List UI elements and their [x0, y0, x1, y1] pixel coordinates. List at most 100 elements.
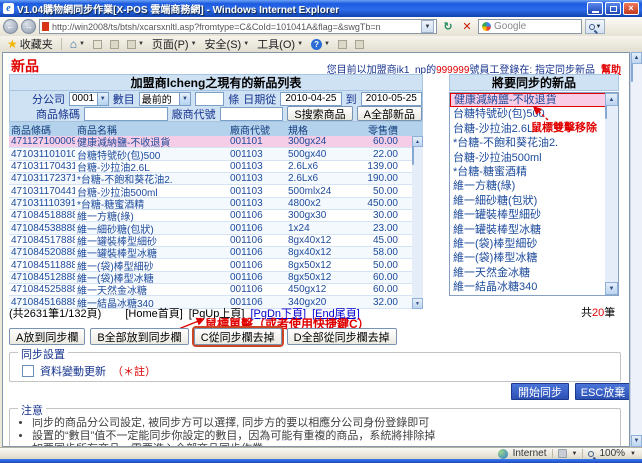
forward-button[interactable]: →	[21, 19, 36, 34]
extra-tool-button[interactable]	[336, 37, 349, 52]
list-item[interactable]: 維一結晶冰糖340	[450, 280, 606, 294]
sync-button-d[interactable]: D全部從同步欄去掉	[286, 328, 397, 345]
close-button[interactable]: ×	[623, 2, 639, 15]
product-table-body: 4711271000090健康減納鹽-不收退貨001101300gx2460.0…	[9, 136, 412, 310]
order-value: 最前的	[141, 95, 172, 106]
address-field[interactable]: http://win2008/ts/btsh/xcarsxnltl.asp?fr…	[39, 19, 437, 34]
notice-bullet: 設置的“數目”值不一定能同步你設定的數目，因為可能有重複的商品，系統將排除掉	[32, 430, 620, 443]
login-of: 的	[426, 65, 437, 76]
scrollbar-thumb[interactable]	[631, 63, 633, 82]
order-select[interactable]: 最前的 ▼	[138, 91, 191, 106]
list-item[interactable]: 維一天然金冰糖	[450, 266, 606, 280]
count-input[interactable]	[194, 91, 225, 106]
minimize-button[interactable]	[587, 2, 603, 15]
chevron-down-icon: ▼	[324, 41, 330, 47]
list-item[interactable]: 維一罐裝棒型細砂	[450, 208, 606, 222]
back-button[interactable]: ←	[3, 19, 18, 34]
notice-bullet: 同步的商品分公司設定, 被同步方可以選擇, 同步方的要以相應分公司身份登錄即可	[32, 417, 620, 430]
list-item[interactable]: *台糖-糖蜜酒精	[450, 165, 606, 179]
help-menu[interactable]: ? ▼	[309, 37, 332, 52]
refresh-button[interactable]: ↻	[440, 19, 456, 34]
print-button[interactable]: ▼	[125, 37, 146, 52]
table-cell: 001103	[230, 197, 263, 209]
scrollbar-thumb[interactable]	[605, 105, 607, 119]
status-zone: Internet	[512, 448, 547, 459]
data-update-checkbox[interactable]	[22, 365, 34, 377]
scroll-down-icon[interactable]: ▼	[631, 435, 642, 447]
page-menu-label: 页面(P)	[151, 39, 189, 51]
page-scrollbar[interactable]: ▲ ▼	[630, 52, 642, 447]
table-cell: 4710311010105	[11, 148, 75, 160]
title-bar: e V1.04購物網同步作業[X-POS 雲端商務網] - Windows In…	[0, 0, 642, 17]
table-cell: 4710311723715	[11, 173, 75, 185]
tools-menu[interactable]: 工具(O) ▼	[255, 37, 305, 52]
table-cell: 60.00	[372, 284, 398, 296]
list-item[interactable]: 健康減納鹽-不收退貨	[450, 93, 606, 108]
scroll-up-icon[interactable]: ▲	[631, 52, 642, 64]
list-scrollbar[interactable]: ▲ ▼	[605, 93, 618, 295]
vendor-input[interactable]	[219, 106, 284, 121]
sync-button-a[interactable]: A放到同步欄	[9, 328, 86, 345]
start-sync-button[interactable]: 開始同步	[511, 383, 569, 400]
mail-icon	[109, 39, 119, 49]
list-item[interactable]: 維一細砂糖(包狀)	[450, 194, 606, 208]
minimize-icon	[591, 11, 599, 13]
read-mail-button[interactable]	[108, 37, 121, 52]
table-scrollbar[interactable]: ▲ ▼	[412, 136, 423, 309]
search-button[interactable]: ▼	[585, 19, 605, 34]
list-item[interactable]: *台糖-不飽和葵花油2.	[450, 136, 606, 150]
restore-button[interactable]	[605, 2, 621, 15]
zoom-icon	[588, 450, 595, 457]
stop-button[interactable]: ✕	[459, 19, 475, 34]
search-input[interactable]: Google	[478, 19, 582, 34]
table-cell: 22.00	[372, 148, 398, 160]
list-item[interactable]: 維一方糖(綠)	[450, 179, 606, 193]
table-cell: 4710845258882	[11, 284, 75, 296]
address-dropdown[interactable]: ▼	[421, 20, 434, 33]
zoom-level[interactable]: 100%	[599, 448, 625, 459]
date-to-input[interactable]: 2010-05-25	[360, 91, 422, 106]
sync-button-c[interactable]: C從同步欄去掉	[193, 328, 282, 345]
scroll-down-icon[interactable]: ▼	[605, 282, 618, 295]
search-products-button[interactable]: S搜索商品	[287, 106, 353, 121]
chevron-down-icon: ▼	[595, 23, 602, 30]
feeds-button[interactable]	[91, 37, 104, 52]
column-header: 廠商代號	[230, 125, 270, 137]
favorites-star-icon: ★	[7, 37, 18, 51]
list-item[interactable]: 維一罐裝棒型冰糖	[450, 223, 606, 237]
chevron-down-icon: ▼	[137, 41, 144, 47]
filter-panel: 分公司 0001 ▼ 數目 最前的 ▼ 條 日期從 2010-04-25 到 2…	[9, 91, 423, 122]
sync-button-b[interactable]: B全部放到同步欄	[90, 328, 189, 345]
table-cell: 4710311704417	[11, 185, 75, 197]
all-new-products-button[interactable]: A全部新品	[356, 106, 422, 121]
table-cell: 001103	[230, 185, 263, 197]
table-cell: 2.6Lx6	[288, 160, 319, 172]
tool-icon	[354, 39, 364, 49]
table-cell: 300gx24	[288, 136, 327, 148]
search-icon	[588, 23, 595, 30]
home-button[interactable]: ⌂ ▼	[68, 37, 87, 52]
scrollbar-thumb[interactable]	[412, 146, 414, 165]
page-menu[interactable]: 页面(P) ▼	[150, 37, 199, 52]
list-item[interactable]: 維一(袋)棒型冰糖	[450, 251, 606, 265]
table-cell: 450gx12	[288, 284, 327, 296]
column-header: 規格	[288, 125, 308, 137]
command-bar: ★ 收藏夹 ⌂ ▼ ▼ 页面(P) ▼ 安全(S) ▼ 工具(O) ▼ ? ▼	[0, 36, 642, 52]
page-content: 新品 您目前以加盟商ik1_np的999999號員工登錄在: 指定同步新品 幫助 …	[2, 52, 630, 447]
list-item[interactable]: 維一(袋)棒型細砂	[450, 237, 606, 251]
chevron-down-icon: ▼	[190, 41, 197, 47]
table-cell: 001103	[230, 173, 263, 185]
safety-menu[interactable]: 安全(S) ▼	[203, 37, 252, 52]
esc-cancel-button[interactable]: ESC放棄	[575, 383, 629, 400]
safety-menu-label: 安全(S)	[204, 39, 242, 51]
extra-tool-button-2[interactable]	[353, 37, 366, 52]
unit-label: 條	[228, 93, 240, 106]
date-from-input[interactable]: 2010-04-25	[280, 91, 342, 106]
list-item[interactable]: 台糖-沙拉油500ml	[450, 151, 606, 165]
table-cell: 4710845178883	[11, 234, 75, 246]
table-cell: 4710845388886	[11, 222, 75, 234]
barcode-input[interactable]	[84, 106, 168, 121]
branch-select[interactable]: 0001 ▼	[69, 91, 109, 106]
scroll-up-icon[interactable]: ▲	[605, 93, 618, 106]
favorites-button[interactable]: ★ 收藏夹	[5, 37, 55, 52]
